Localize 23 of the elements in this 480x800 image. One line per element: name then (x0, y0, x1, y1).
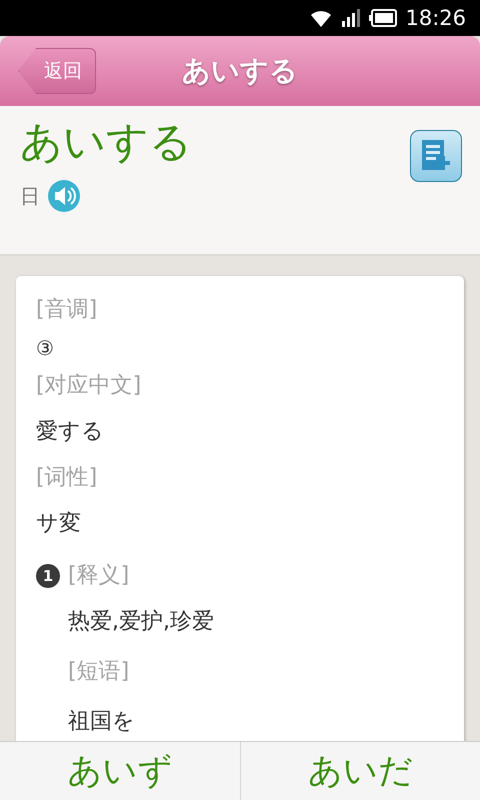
section-label: [短语] (68, 658, 130, 686)
entry-text: 祖国を (68, 708, 136, 736)
speaker-icon[interactable] (48, 180, 80, 212)
signal-icon (341, 9, 362, 27)
wifi-icon (309, 8, 334, 28)
entry-text: 热爱,爱护,珍爱 (68, 608, 215, 636)
entry-text: サ変 (36, 510, 82, 538)
back-button[interactable]: 返回 (18, 48, 96, 94)
entry-text: 愛する (36, 418, 105, 446)
section-label: [释义] (68, 562, 130, 590)
add-to-list-button[interactable] (410, 130, 462, 182)
page-title: あいする (182, 53, 298, 89)
section-label: [对应中文] (36, 372, 142, 400)
sense-number: 1 (36, 564, 60, 588)
pitch-accent: ③ (36, 335, 55, 362)
status-time: 18:26 (405, 6, 466, 30)
battery-icon (369, 9, 398, 27)
language-label: 日 (20, 182, 40, 210)
adjacent-word-button[interactable]: あいず (0, 742, 240, 800)
adjacent-word-button[interactable]: あいだ (240, 742, 480, 800)
section-label: [音调] (36, 296, 98, 324)
section-label: [词性] (36, 464, 98, 492)
headword: あいする (20, 116, 192, 168)
